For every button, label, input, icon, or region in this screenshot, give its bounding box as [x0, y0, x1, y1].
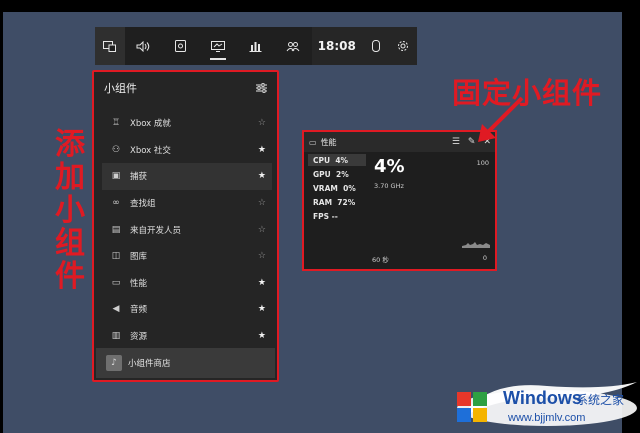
performance-widget[interactable]: ▭ 性能 ☰ ✎ ✕ CPU 4% GPU 2% VRAM 0% RAM 72%…: [302, 130, 497, 271]
widget-item-achievements[interactable]: ♖ Xbox 成就 ☆: [102, 110, 272, 137]
perf-row-vram[interactable]: VRAM 0%: [308, 182, 366, 194]
dev-icon: ▤: [111, 224, 121, 235]
widget-item-capture[interactable]: ▣ 捕获 ★: [102, 163, 272, 190]
cpu-usage-value: 4%: [374, 156, 405, 177]
widget-item-performance[interactable]: ▭ 性能 ★: [102, 270, 272, 297]
widget-item-audio[interactable]: ◀ 音频 ★: [102, 296, 272, 323]
star-filled-icon[interactable]: ★: [258, 278, 266, 288]
controller-icon: [371, 40, 380, 52]
perf-row-ram[interactable]: RAM 72%: [308, 196, 366, 208]
widget-item-gallery[interactable]: ◫ 图库 ☆: [102, 243, 272, 270]
star-filled-icon[interactable]: ★: [258, 171, 266, 181]
widget-icon: [103, 40, 117, 52]
widget-menu-title: 小组件: [104, 82, 137, 95]
volume-icon: [136, 40, 150, 52]
audio-icon: ◀: [112, 304, 120, 315]
gallery-icon: ◫: [111, 251, 121, 262]
graph-timespan: 60 秒: [372, 256, 389, 264]
widget-item-label: Xbox 成就: [130, 119, 171, 130]
annotation-arrow-icon: [478, 96, 524, 142]
widget-item-label: 捕获: [130, 172, 148, 183]
widget-item-lfg[interactable]: ∞ 查找组 ☆: [102, 190, 272, 217]
customize-icon[interactable]: [256, 83, 267, 93]
widget-item-social[interactable]: ⚇ Xbox 社交 ★: [102, 137, 272, 164]
widget-item-label: Xbox 社交: [130, 145, 171, 156]
perf-row-gpu[interactable]: GPU 2%: [308, 168, 366, 180]
performance-widget-title: 性能: [320, 137, 337, 147]
widget-item-label: 查找组: [130, 199, 156, 210]
widget-item-label: 图库: [130, 252, 148, 263]
star-outline-icon[interactable]: ☆: [258, 251, 266, 261]
performance-icon: [211, 40, 226, 52]
game-bar: 18:08: [95, 27, 418, 65]
widget-store-button[interactable]: ♪ 小组件商店: [96, 348, 275, 378]
capture-icon: ▣: [111, 171, 121, 182]
star-filled-icon[interactable]: ★: [258, 145, 266, 155]
widget-item-label: 资源: [130, 332, 148, 343]
performance-icon: ▭: [111, 277, 121, 288]
settings-icon: [398, 41, 409, 51]
add-widget-annotation: 添 加 小 组 件: [55, 127, 85, 294]
capture-icon: [175, 40, 187, 52]
trophy-icon: ♖: [111, 118, 121, 129]
settings-button[interactable]: [389, 27, 418, 65]
resources-button[interactable]: [237, 27, 274, 65]
usage-graph: [462, 242, 490, 248]
widget-item-resources[interactable]: ▥ 资源 ★: [102, 323, 272, 350]
capture-button[interactable]: [162, 27, 199, 65]
widget-store-label: 小组件商店: [128, 359, 171, 369]
widget-item-label: 来自开发人员: [130, 225, 182, 236]
star-filled-icon[interactable]: ★: [258, 304, 266, 314]
social-icon: [286, 41, 300, 51]
options-icon[interactable]: ☰: [452, 137, 460, 147]
perf-row-cpu[interactable]: CPU 4%: [308, 154, 366, 166]
graph-min-label: 0: [482, 254, 487, 262]
controller-button[interactable]: [361, 27, 390, 65]
watermark-title: Windows: [503, 388, 582, 408]
clock-time: 18:08: [311, 27, 362, 65]
watermark-url: www.bjjmlv.com: [508, 412, 586, 424]
star-outline-icon[interactable]: ☆: [258, 118, 266, 128]
watermark-brand: 系统之家: [576, 393, 625, 407]
star-filled-icon[interactable]: ★: [258, 331, 266, 341]
resources-icon: ▥: [111, 331, 121, 342]
store-icon: ♪: [106, 355, 122, 371]
star-outline-icon[interactable]: ☆: [258, 225, 266, 235]
widget-item-label: 性能: [130, 278, 148, 289]
widget-menu-panel: 小组件 ♖ Xbox 成就 ☆ ⚇ Xbox 社交 ★ ▣ 捕获 ★ ∞ 查找组…: [92, 70, 279, 382]
performance-widget-header[interactable]: ▭ 性能 ☰ ✎ ✕: [304, 132, 495, 152]
star-outline-icon[interactable]: ☆: [258, 198, 266, 208]
binoculars-icon: ∞: [112, 198, 120, 209]
widget-menu-button[interactable]: [95, 27, 125, 65]
graph-max-label: 100: [476, 159, 489, 167]
resources-icon: [249, 41, 262, 52]
people-icon: ⚇: [111, 144, 121, 155]
perf-row-fps[interactable]: FPS --: [308, 210, 366, 222]
cpu-frequency: 3.70 GHz: [374, 182, 404, 190]
social-button[interactable]: [274, 27, 311, 65]
performance-button[interactable]: [199, 27, 236, 65]
audio-button[interactable]: [125, 27, 162, 65]
widget-list: ♖ Xbox 成就 ☆ ⚇ Xbox 社交 ★ ▣ 捕获 ★ ∞ 查找组 ☆ ▤…: [102, 110, 272, 349]
widget-item-developer[interactable]: ▤ 来自开发人员 ☆: [102, 216, 272, 243]
widget-item-label: 音频: [130, 305, 148, 316]
performance-icon: ▭: [309, 137, 317, 147]
